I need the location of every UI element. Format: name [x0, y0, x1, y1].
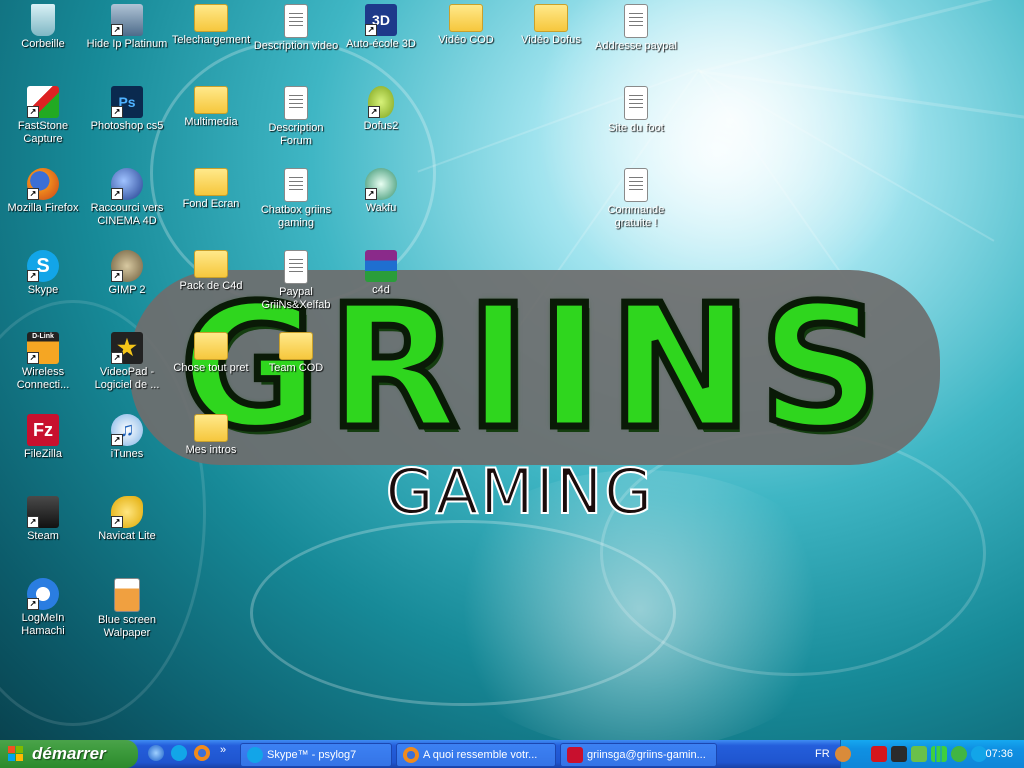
folder-icon — [194, 250, 228, 278]
skype-icon[interactable] — [171, 745, 187, 761]
folder-icon — [194, 332, 228, 360]
desktop-icon-hide-ip[interactable]: ↗ Hide Ip Platinum — [84, 4, 170, 51]
desktop-icon-gimp[interactable]: ↗ GIMP 2 — [84, 250, 170, 297]
desktop-icon-blue-screen[interactable]: Blue screen Walpaper — [84, 578, 170, 640]
desktop-icon-auto-ecole-3d[interactable]: 3D ↗ Auto-école 3D — [338, 4, 424, 51]
desktop-icon-multimedia[interactable]: Multimedia — [168, 86, 254, 129]
desktop-icon-hamachi[interactable]: ↗ LogMeIn Hamachi — [0, 578, 86, 638]
desktop-icon-videopad[interactable]: ★ ↗ VideoPad - Logiciel de ... — [84, 332, 170, 392]
desktop-icon-itunes[interactable]: ♫ ↗ iTunes — [84, 414, 170, 461]
desktop-icon-chose-tout-pret[interactable]: Chose tout pret — [168, 332, 254, 375]
3d-app-icon: 3D ↗ — [365, 4, 397, 36]
desktop-icon-pack-c4d[interactable]: Pack de C4d — [168, 250, 254, 293]
desktop-icon-steam[interactable]: ↗ Steam — [0, 496, 86, 543]
firefox-icon — [403, 747, 419, 763]
folder-icon — [194, 86, 228, 114]
desktop-icon-photoshop[interactable]: Ps ↗ Photoshop cs5 — [84, 86, 170, 133]
text-document-icon — [624, 86, 648, 120]
text-document-icon — [624, 168, 648, 202]
text-document-icon — [284, 4, 308, 38]
taskbar: démarrer » Skype™ - psylog7 A quoi resse… — [0, 740, 1024, 768]
dofus-egg-icon: ↗ — [368, 86, 394, 118]
hamachi-tray-icon[interactable] — [911, 746, 927, 762]
desktop-icon-c4d-archive[interactable]: c4d — [338, 250, 424, 297]
dlink-icon: D-Link ↗ — [27, 332, 59, 364]
text-document-icon — [284, 86, 308, 120]
itunes-icon: ♫ ↗ — [111, 414, 143, 446]
start-label: démarrer — [32, 744, 106, 763]
desktop-icon-cinema4d[interactable]: ↗ Raccourci vers CINEMA 4D — [84, 168, 170, 228]
wakfu-icon: ↗ — [365, 168, 397, 200]
desktop-icon-telechargement[interactable]: Telechargement — [168, 4, 254, 47]
desktop-icon-firefox[interactable]: ↗ Mozilla Firefox — [0, 168, 86, 215]
collapse-arrow-icon[interactable] — [835, 746, 851, 762]
recycle-bin-icon — [31, 4, 55, 36]
start-button[interactable]: démarrer — [0, 740, 138, 768]
winrar-archive-icon — [365, 250, 397, 282]
videopad-icon: ★ ↗ — [111, 332, 143, 364]
folder-icon — [449, 4, 483, 32]
adobe-icon[interactable] — [871, 746, 887, 762]
desktop-icon-video-cod[interactable]: Vidéo COD — [423, 4, 509, 47]
hamachi-icon: ↗ — [27, 578, 59, 610]
task-filezilla[interactable]: griinsga@griins-gamin... — [560, 743, 717, 767]
skype-icon — [247, 747, 263, 763]
faststone-icon: ↗ — [27, 86, 59, 118]
desktop-icon-chatbox[interactable]: Chatbox griins gaming — [253, 168, 339, 230]
windows-flag-icon — [8, 746, 24, 762]
photoshop-icon: Ps ↗ — [111, 86, 143, 118]
network-signal-icon[interactable] — [931, 746, 947, 762]
antivirus-icon[interactable] — [891, 746, 907, 762]
gimp-icon: ↗ — [111, 250, 143, 282]
desktop-icon-wakfu[interactable]: ↗ Wakfu — [338, 168, 424, 215]
language-indicator[interactable]: FR — [815, 740, 830, 768]
filezilla-icon — [567, 747, 583, 763]
desktop-icon-dofus2[interactable]: ↗ Dofus2 — [338, 86, 424, 133]
desktop-icon-description-forum[interactable]: Description Forum — [253, 86, 339, 148]
desktop-icon-site-du-foot[interactable]: Site du foot — [593, 86, 679, 135]
navicat-icon: ↗ — [111, 496, 143, 528]
text-document-icon — [624, 4, 648, 38]
steam-icon: ↗ — [27, 496, 59, 528]
desktop-icon-team-cod[interactable]: Team COD — [253, 332, 339, 375]
sync-icon[interactable] — [951, 746, 967, 762]
desktop-icon-navicat[interactable]: ↗ Navicat Lite — [84, 496, 170, 543]
folder-icon — [194, 414, 228, 442]
text-document-icon — [284, 168, 308, 202]
desktop-icon-commande-gratuite[interactable]: Commande gratuite ! — [593, 168, 679, 230]
desktop-icon-fond-ecran[interactable]: Fond Ecran — [168, 168, 254, 211]
desktop-icon-faststone[interactable]: ↗ FastStone Capture — [0, 86, 86, 146]
folder-icon — [279, 332, 313, 360]
filezilla-icon: Fz — [27, 414, 59, 446]
desktop-icon-description-video[interactable]: Description video — [253, 4, 339, 53]
internet-explorer-icon[interactable] — [148, 745, 164, 761]
folder-icon — [194, 4, 228, 32]
quick-launch-overflow[interactable]: » — [220, 744, 226, 756]
desktop-icon-addresse-paypal[interactable]: Addresse paypal — [593, 4, 679, 53]
desktop-icon-filezilla[interactable]: Fz FileZilla — [0, 414, 86, 461]
logo-subtitle: GAMING — [385, 454, 655, 529]
firefox-icon: ↗ — [27, 168, 59, 200]
hide-ip-icon: ↗ — [111, 4, 143, 36]
desktop-icon-skype[interactable]: S ↗ Skype — [0, 250, 86, 297]
image-folder-icon — [194, 168, 228, 196]
desktop-icon-paypal-griins[interactable]: Paypal GriiNs&Xelfab — [253, 250, 339, 312]
skype-icon: S ↗ — [27, 250, 59, 282]
cinema4d-icon: ↗ — [111, 168, 143, 200]
task-skype[interactable]: Skype™ - psylog7 — [240, 743, 392, 767]
desktop-icon-mes-intros[interactable]: Mes intros — [168, 414, 254, 457]
folder-icon — [534, 4, 568, 32]
image-file-icon — [114, 578, 140, 612]
firefox-icon[interactable] — [194, 745, 210, 761]
text-document-icon — [284, 250, 308, 284]
task-firefox[interactable]: A quoi ressemble votr... — [396, 743, 556, 767]
desktop-icon-video-dofus[interactable]: Vidéo Dofus — [508, 4, 594, 47]
desktop-icon-corbeille[interactable]: Corbeille — [0, 4, 86, 51]
desktop-icon-wireless[interactable]: D-Link ↗ Wireless Connecti... — [0, 332, 86, 392]
system-tray: 07:36 — [835, 740, 1024, 768]
clock[interactable]: 07:36 — [985, 740, 1013, 768]
